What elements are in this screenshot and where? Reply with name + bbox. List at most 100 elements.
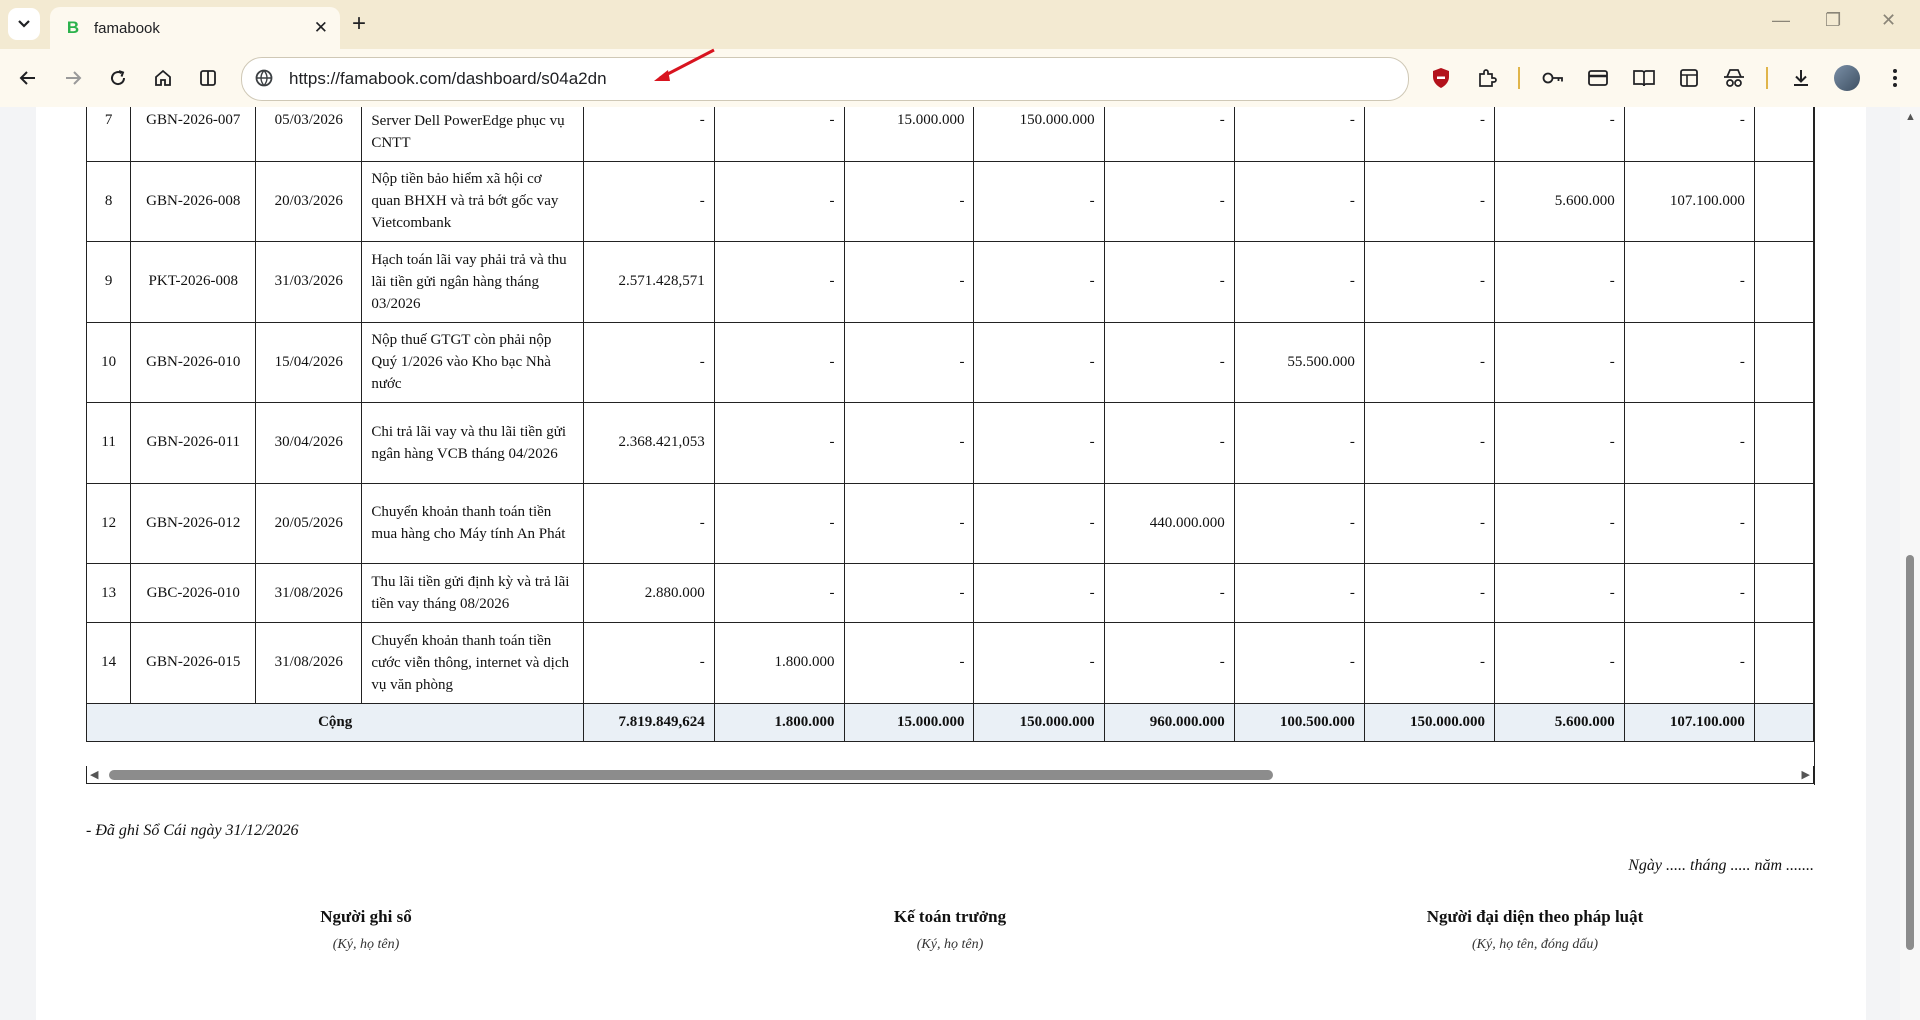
voucher-number-cell: GBN-2026-007	[130, 107, 257, 162]
row-index-cell: 11	[86, 402, 132, 484]
site-info-icon[interactable]	[254, 68, 274, 88]
amount-cell: -	[843, 321, 975, 403]
total-amount-cell: 15.000.000	[843, 702, 975, 742]
amount-cell: -	[1493, 241, 1625, 323]
amount-cell: -	[713, 402, 845, 484]
download-icon[interactable]	[1789, 66, 1813, 90]
amount-cell: -	[1623, 563, 1755, 623]
incognito-extension-icon[interactable]	[1722, 66, 1746, 90]
table-row: 13 GBC-2026-010 31/08/2026 Thu lãi tiền gửi…	[86, 563, 1814, 623]
close-tab-icon[interactable]: ✕	[314, 18, 328, 38]
overflow-cell	[1753, 482, 1814, 564]
signature-hint: (Ký, họ tên)	[332, 937, 400, 952]
extensions-icon[interactable]	[1475, 66, 1499, 90]
table-row: 10 GBN-2026-010 15/04/2026 Nộp thuế GTGT cò…	[86, 321, 1814, 403]
voucher-date-cell: 31/08/2026	[255, 563, 363, 623]
amount-cell: -	[583, 482, 715, 564]
password-key-icon[interactable]	[1541, 66, 1565, 90]
horizontal-scrollbar[interactable]: ◀ ▶	[86, 766, 1814, 784]
reading-mode-icon[interactable]	[1632, 66, 1656, 90]
tab-search-button[interactable]	[8, 8, 40, 40]
amount-cell: -	[1233, 622, 1365, 704]
profile-avatar[interactable]	[1834, 65, 1860, 91]
row-index-cell: 10	[86, 321, 132, 403]
home-icon[interactable]	[151, 66, 175, 90]
toolbar-separator	[1518, 67, 1520, 89]
amount-cell: 5.600.000	[1493, 160, 1625, 242]
vertical-scroll-thumb[interactable]	[1906, 555, 1914, 950]
forward-arrow-icon[interactable]	[61, 66, 85, 90]
voucher-number-cell: GBN-2026-012	[130, 482, 257, 564]
signature-block-legal-representative: Người đại diện theo pháp luật (Ký, họ tê…	[1355, 907, 1715, 953]
row-index-cell: 7	[86, 107, 132, 162]
description-cell: Hạch toán lãi vay phải trả và thu lãi ti…	[361, 241, 585, 323]
voucher-number-cell: GBN-2026-015	[130, 622, 257, 704]
voucher-date-cell: 20/05/2026	[255, 482, 363, 564]
amount-cell: -	[1623, 622, 1755, 704]
amount-cell: -	[1103, 321, 1235, 403]
tab-title: famabook	[94, 19, 160, 37]
amount-cell: -	[1623, 107, 1755, 162]
scroll-left-icon[interactable]: ◀	[90, 768, 98, 781]
amount-cell: 440.000.000	[1103, 482, 1235, 564]
ledger-table: 7GBN-2026-00705/03/2026Mua sắm bổ sung m…	[86, 107, 1814, 742]
total-row: Cộng 7.819.849,624 1.800.000 15.000.000 150.…	[86, 702, 1814, 742]
voucher-date-cell: 30/04/2026	[255, 402, 363, 484]
voucher-number-cell: GBN-2026-008	[130, 160, 257, 242]
amount-cell: -	[713, 107, 845, 162]
voucher-number-cell: GBC-2026-010	[130, 563, 257, 623]
amount-cell: -	[1363, 402, 1495, 484]
scroll-up-icon[interactable]: ▲	[1905, 111, 1916, 123]
amount-cell: -	[1623, 482, 1755, 564]
browser-tab[interactable]: B famabook ✕	[50, 7, 340, 49]
row-index-cell: 8	[86, 160, 132, 242]
amount-cell: -	[843, 622, 975, 704]
scroll-right-icon[interactable]: ▶	[1802, 768, 1810, 781]
amount-cell: -	[973, 160, 1105, 242]
overflow-cell	[1753, 160, 1814, 242]
kebab-menu-icon[interactable]	[1883, 66, 1907, 90]
shield-extension-icon[interactable]	[1429, 66, 1453, 90]
total-label: Cộng	[86, 702, 585, 742]
amount-cell: -	[1363, 563, 1495, 623]
chevron-down-icon	[18, 20, 30, 28]
table-extension-icon[interactable]	[1677, 66, 1701, 90]
table-row: 9 PKT-2026-008 31/03/2026 Hạch toán lãi vay…	[86, 241, 1814, 323]
total-amount-cell: 100.500.000	[1233, 702, 1365, 742]
overflow-cell	[1753, 241, 1814, 323]
amount-cell: -	[973, 321, 1105, 403]
amount-cell: -	[1233, 241, 1365, 323]
vertical-scrollbar[interactable]: ▲	[1900, 107, 1920, 1020]
signature-hint: (Ký, họ tên)	[916, 937, 984, 952]
address-bar[interactable]: https://famabook.com/dashboard/s04a2dn	[241, 57, 1409, 101]
amount-cell: 107.100.000	[1623, 160, 1755, 242]
description-cell: Nộp tiền bảo hiểm xã hội cơ quan BHXH và…	[361, 160, 585, 242]
toolbar-separator	[1766, 67, 1768, 89]
amount-cell: -	[1103, 241, 1235, 323]
split-view-icon[interactable]	[196, 66, 220, 90]
amount-cell: -	[713, 482, 845, 564]
back-arrow-icon[interactable]	[16, 66, 40, 90]
total-amount-cell: 150.000.000	[1363, 702, 1495, 742]
voucher-date-cell: 15/04/2026	[255, 321, 363, 403]
signature-role: Người ghi sổ	[320, 907, 412, 926]
close-window-icon[interactable]: ✕	[1881, 10, 1896, 31]
amount-cell: -	[1363, 241, 1495, 323]
amount-cell: -	[843, 402, 975, 484]
amount-cell: -	[583, 321, 715, 403]
amount-cell: 150.000.000	[973, 107, 1105, 162]
restore-window-icon[interactable]: ❐	[1825, 10, 1841, 31]
amount-cell: -	[1233, 563, 1365, 623]
overflow-cell	[1753, 321, 1814, 403]
new-tab-icon[interactable]: +	[352, 11, 366, 37]
url-text[interactable]: https://famabook.com/dashboard/s04a2dn	[289, 69, 607, 89]
amount-cell: -	[1363, 107, 1495, 162]
description-cell: Chi trả lãi vay và thu lãi tiền gửi ngân…	[361, 402, 585, 484]
payment-card-icon[interactable]	[1586, 66, 1610, 90]
horizontal-scroll-thumb[interactable]	[109, 770, 1273, 780]
amount-cell: -	[583, 107, 715, 162]
amount-cell: -	[1103, 107, 1235, 162]
minimize-window-icon[interactable]: —	[1772, 10, 1790, 31]
annotation-arrow	[654, 48, 715, 81]
reload-icon[interactable]	[106, 66, 130, 90]
